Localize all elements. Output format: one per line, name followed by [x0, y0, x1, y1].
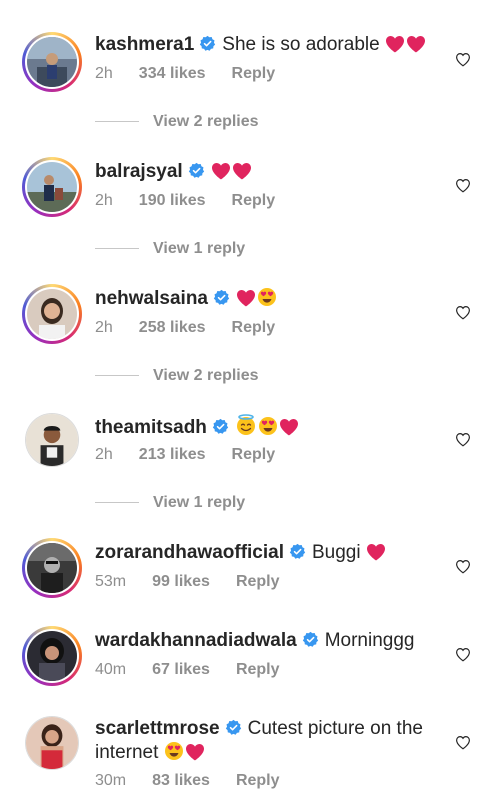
red-heart-emoji	[185, 743, 205, 761]
halo-face-emoji	[235, 414, 257, 436]
red-heart-emoji	[366, 543, 386, 561]
red-heart-emoji	[211, 162, 231, 180]
comment-meta: 2h 213 likes Reply	[95, 446, 301, 464]
reply-button[interactable]: Reply	[236, 573, 280, 590]
verified-badge-icon	[302, 631, 319, 648]
comment-text-line2: internet	[95, 742, 164, 763]
avatar[interactable]	[22, 626, 82, 686]
like-heart-icon[interactable]	[454, 50, 472, 68]
divider	[95, 502, 139, 504]
red-heart-emoji	[279, 418, 299, 436]
divider	[95, 121, 139, 123]
reply-button[interactable]: Reply	[232, 446, 276, 463]
comment-time: 2h	[95, 319, 113, 336]
reply-button[interactable]: Reply	[236, 772, 280, 789]
comment-username[interactable]: wardakhannadiadwala	[95, 630, 297, 651]
comment-likes[interactable]: 213 likes	[139, 446, 206, 463]
like-heart-icon[interactable]	[454, 303, 472, 321]
verified-badge-icon	[225, 719, 242, 736]
reply-button[interactable]: Reply	[232, 65, 276, 82]
comment-likes[interactable]: 83 likes	[152, 772, 210, 789]
comment-time: 2h	[95, 446, 113, 463]
comment-time: 30m	[95, 772, 127, 789]
comment-username[interactable]: scarlettmrose	[95, 718, 220, 739]
avatar[interactable]	[22, 538, 82, 598]
verified-badge-icon	[289, 543, 306, 560]
heart-eyes-emoji	[257, 287, 277, 307]
comment-meta: 2h 258 likes Reply	[95, 319, 301, 337]
comment-username[interactable]: theamitsadh	[95, 417, 207, 438]
avatar[interactable]	[25, 413, 79, 467]
comment-username[interactable]: balrajsyal	[95, 161, 183, 182]
reply-button[interactable]: Reply	[232, 192, 276, 209]
view-replies-link[interactable]: View 2 replies	[95, 113, 259, 131]
like-heart-icon[interactable]	[454, 557, 472, 575]
comment-likes[interactable]: 99 likes	[152, 573, 210, 590]
like-heart-icon[interactable]	[454, 430, 472, 448]
divider	[95, 248, 139, 250]
red-heart-emoji	[406, 35, 426, 53]
heart-eyes-emoji	[258, 416, 278, 436]
red-heart-emoji	[232, 162, 252, 180]
heart-eyes-emoji	[164, 741, 184, 761]
comment-username[interactable]: kashmera1	[95, 34, 194, 55]
verified-badge-icon	[188, 162, 205, 179]
red-heart-emoji	[385, 35, 405, 53]
comment-time: 2h	[95, 192, 113, 209]
comment-meta: 2h 190 likes Reply	[95, 192, 301, 210]
verified-badge-icon	[213, 289, 230, 306]
comment-text: Buggi	[312, 542, 366, 563]
avatar[interactable]	[22, 157, 82, 217]
comment-meta: 53m 99 likes Reply	[95, 573, 306, 591]
comment-likes[interactable]: 190 likes	[139, 192, 206, 209]
comment-time: 2h	[95, 65, 113, 82]
divider	[95, 375, 139, 377]
verified-badge-icon	[199, 35, 216, 52]
avatar[interactable]	[25, 716, 79, 770]
comment-meta: 40m 67 likes Reply	[95, 661, 306, 679]
comment-likes[interactable]: 334 likes	[139, 65, 206, 82]
comment-username[interactable]: nehwalsaina	[95, 288, 208, 309]
comment-meta: 30m 83 likes Reply	[95, 772, 306, 790]
comment-time: 40m	[95, 661, 127, 678]
comment-meta: 2h 334 likes Reply	[95, 65, 301, 83]
comment-username[interactable]: zorarandhawaofficial	[95, 542, 284, 563]
avatar[interactable]	[22, 32, 82, 92]
like-heart-icon[interactable]	[454, 733, 472, 751]
comment-text: Morninggg	[324, 630, 415, 651]
comment-likes[interactable]: 258 likes	[139, 319, 206, 336]
view-replies-link[interactable]: View 1 reply	[95, 494, 245, 512]
comment-text: She is so adorable	[222, 34, 385, 55]
comment-text: Cutest picture on the	[247, 718, 423, 739]
like-heart-icon[interactable]	[454, 645, 472, 663]
avatar[interactable]	[22, 284, 82, 344]
like-heart-icon[interactable]	[454, 176, 472, 194]
red-heart-emoji	[236, 289, 256, 307]
comment-time: 53m	[95, 573, 127, 590]
view-replies-link[interactable]: View 1 reply	[95, 240, 245, 258]
comment-likes[interactable]: 67 likes	[152, 661, 210, 678]
reply-button[interactable]: Reply	[232, 319, 276, 336]
view-replies-link[interactable]: View 2 replies	[95, 367, 259, 385]
reply-button[interactable]: Reply	[236, 661, 280, 678]
verified-badge-icon	[212, 418, 229, 435]
